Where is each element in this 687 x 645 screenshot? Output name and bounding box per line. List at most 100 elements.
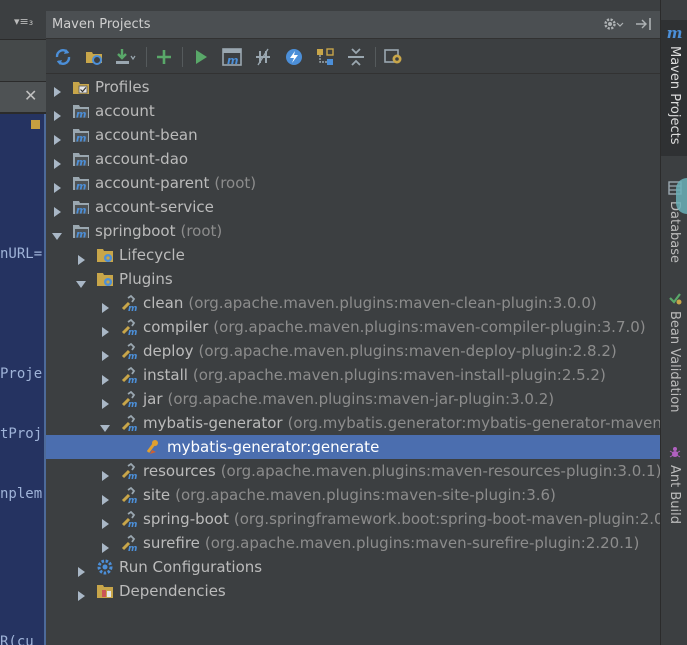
expand-arrow-down-icon[interactable] (52, 226, 62, 240)
tree-item[interactable]: Lifecycle (46, 243, 660, 267)
tree-item-name: jar (143, 390, 163, 408)
tree-item-label: springboot (root) (95, 222, 222, 240)
close-icon[interactable]: ✕ (24, 86, 37, 105)
tree-item-label: account-parent (root) (95, 174, 256, 192)
tree-item[interactable]: m account-service (46, 195, 660, 219)
expand-arrow-right-icon[interactable] (100, 466, 110, 481)
tool-tab-bean-validation[interactable]: Bean Validation (661, 286, 687, 422)
tree-item-name: account-parent (95, 174, 210, 192)
expand-arrow-right-icon[interactable] (52, 178, 62, 193)
generate-sources-icon[interactable] (82, 45, 106, 69)
toggle-offline-icon[interactable] (251, 45, 275, 69)
tree-item-name: Dependencies (119, 582, 226, 600)
plugin-icon: m (120, 510, 138, 528)
svg-text:m: m (76, 230, 86, 241)
panel-header: Maven Projects (46, 11, 660, 39)
run-icon[interactable] (189, 45, 213, 69)
add-icon[interactable] (152, 45, 176, 69)
tree-item-label: compiler (org.apache.maven.plugins:maven-… (143, 318, 646, 336)
tree-item[interactable]: Plugins (46, 267, 660, 291)
skip-tests-icon[interactable] (282, 45, 306, 69)
tree-item[interactable]: m resources (org.apache.maven.plugins:mave… (46, 459, 661, 483)
scroll-indicator (676, 178, 687, 214)
expand-arrow-right-icon[interactable] (100, 538, 110, 553)
tree-item[interactable]: m site (org.apache.maven.plugins:maven-sit… (46, 483, 660, 507)
code-line: Proje (0, 366, 43, 382)
editor-toolbar: ▾≡₃ (0, 0, 46, 40)
tree-item[interactable]: m jar (org.apache.maven.plugins:maven-jar-… (46, 387, 660, 411)
tree-item[interactable]: m account-dao (46, 147, 660, 171)
expand-arrow-down-icon[interactable] (100, 418, 110, 432)
tree-item[interactable]: m account (46, 99, 660, 123)
tree-item[interactable]: m mybatis-generator (org.mybatis.generator… (46, 411, 677, 435)
hide-panel-icon[interactable] (634, 16, 654, 36)
lifecycle-folder-icon (96, 246, 114, 264)
svg-text:m: m (128, 496, 137, 504)
tree-item-coordinates: (org.mybatis.generator:mybatis-generator… (287, 414, 677, 432)
tool-tab-maven-projects[interactable]: m Maven Projects (661, 20, 687, 156)
plugins-folder-icon (96, 270, 114, 288)
plugin-icon: m (120, 390, 138, 408)
expand-arrow-right-icon[interactable] (100, 298, 110, 313)
collapse-all-icon[interactable] (344, 45, 368, 69)
tree-item[interactable]: m deploy (org.apache.maven.plugins:maven-d… (46, 339, 660, 363)
bookmark-marker (31, 120, 40, 129)
expand-arrow-right-icon[interactable] (100, 346, 110, 361)
tree-item[interactable]: m surefire (org.apache.maven.plugins:maven… (46, 531, 660, 555)
tree-item-selected[interactable]: mybatis-generator:generate (46, 435, 660, 459)
gear-icon[interactable] (602, 16, 624, 36)
expand-arrow-right-icon[interactable] (52, 130, 62, 145)
plugin-icon: m (120, 318, 138, 336)
tree-item-label: site (org.apache.maven.plugins:maven-site… (143, 486, 556, 504)
tree-item-name: Lifecycle (119, 246, 185, 264)
tree-item[interactable]: Dependencies (46, 579, 660, 603)
tree-item-name: resources (143, 462, 216, 480)
expand-arrow-right-icon[interactable] (52, 154, 62, 169)
download-icon[interactable] (113, 45, 137, 69)
expand-arrow-right-icon[interactable] (100, 370, 110, 385)
tree-item[interactable]: m account-parent (root) (46, 171, 660, 195)
tree-item-coordinates: (org.apache.maven.plugins:maven-site-plu… (175, 486, 556, 504)
expand-arrow-right-icon[interactable] (100, 394, 110, 409)
expand-arrow-right-icon[interactable] (52, 106, 62, 121)
expand-arrow-right-icon[interactable] (76, 562, 86, 577)
tree-item-coordinates: (org.apache.maven.plugins:maven-install-… (192, 366, 606, 384)
tree-item[interactable]: Run Configurations (46, 555, 660, 579)
expand-arrow-right-icon[interactable] (52, 202, 62, 217)
tree-item[interactable]: m account-bean (46, 123, 660, 147)
expand-arrow-right-icon[interactable] (52, 82, 62, 97)
tree-item[interactable]: m spring-boot (org.springframework.boot:sp… (46, 507, 664, 531)
tree-item-name: compiler (143, 318, 209, 336)
tree-item-label: surefire (org.apache.maven.plugins:maven-… (143, 534, 639, 552)
svg-text:m: m (128, 304, 137, 312)
tree-item[interactable]: m clean (org.apache.maven.plugins:maven-cl… (46, 291, 660, 315)
tab-list-menu-icon[interactable]: ▾≡₃ (14, 15, 33, 28)
tree-item-name: Plugins (119, 270, 173, 288)
expand-arrow-down-icon[interactable] (76, 274, 86, 288)
maven-settings-icon[interactable] (382, 45, 406, 69)
tree-item[interactable]: m install (org.apache.maven.plugins:maven-… (46, 363, 660, 387)
expand-arrow-right-icon[interactable] (100, 514, 110, 529)
tool-tab-ant-build[interactable]: Ant Build (661, 440, 687, 530)
tree-item[interactable]: m compiler (org.apache.maven.plugins:maven… (46, 315, 660, 339)
tree-item-name: spring-boot (143, 510, 229, 528)
tree-item-label: install (org.apache.maven.plugins:maven-i… (143, 366, 606, 384)
show-dependencies-icon[interactable] (313, 45, 337, 69)
maven-module-icon: m (72, 102, 90, 120)
tree-item[interactable]: Profiles (46, 75, 660, 99)
svg-text:m: m (76, 182, 86, 193)
tree-item[interactable]: m springboot (root) (46, 219, 660, 243)
maven-module-icon: m (72, 198, 90, 216)
expand-arrow-right-icon[interactable] (100, 322, 110, 337)
reimport-icon[interactable] (51, 45, 75, 69)
maven-module-icon: m (72, 174, 90, 192)
expand-arrow-right-icon[interactable] (100, 490, 110, 505)
tree-item-name: site (143, 486, 171, 504)
execute-goal-icon[interactable]: m (220, 45, 244, 69)
expand-arrow-right-icon[interactable] (76, 250, 86, 265)
code-line: nplem (0, 486, 43, 502)
tree-item-name: install (143, 366, 188, 384)
tree-item-coordinates: (org.springframework.boot:spring-boot-ma… (233, 510, 664, 528)
expand-arrow-right-icon[interactable] (76, 586, 86, 601)
tree-item-label: mybatis-generator:generate (167, 438, 379, 456)
